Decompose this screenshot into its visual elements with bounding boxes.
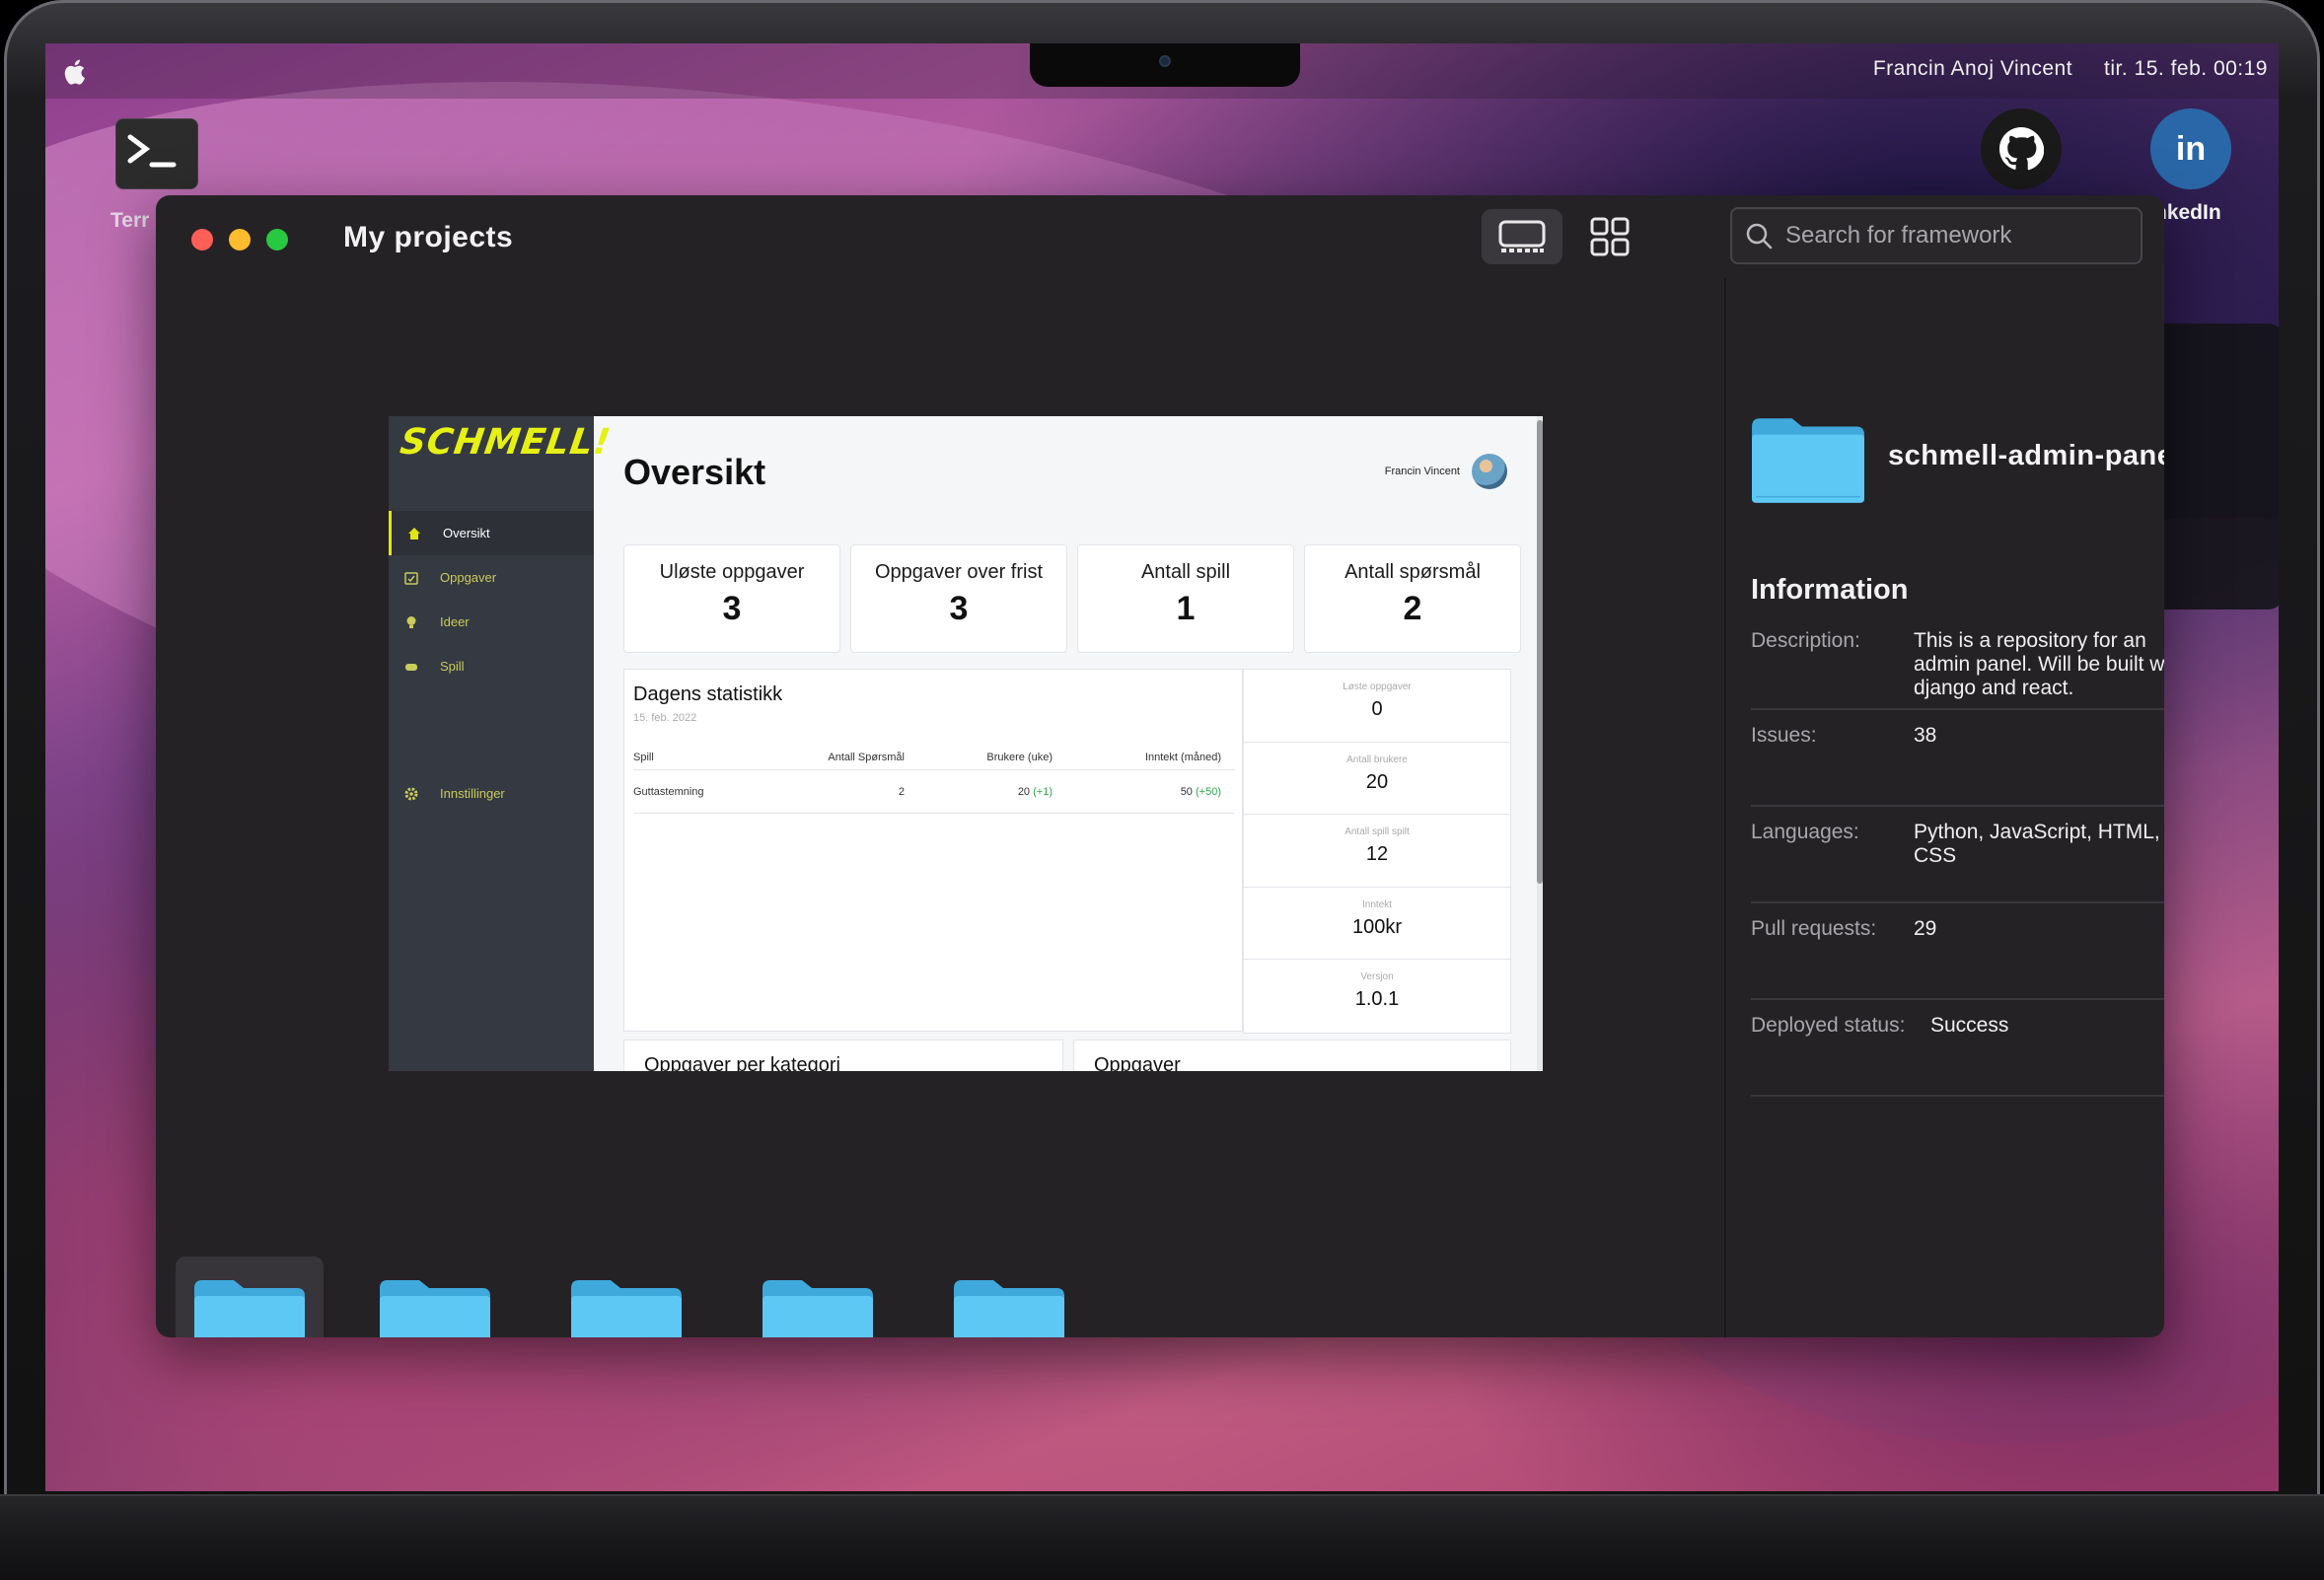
linkedin-label: nkedIn [2154,201,2221,224]
info-row-deployed-status: Deployed status: Success [1751,1000,2164,1097]
title-bar: My projects [156,195,2164,278]
minimize-button[interactable] [229,229,251,251]
menu-bar: Francin Anoj Vincent tir. 15. feb. 00:19 [45,43,2279,99]
folder-icon [1752,418,1864,503]
search-input[interactable] [1785,222,2141,250]
terminal-prompt-icon [127,134,177,168]
info-row-description: Description: This is a repository for an… [1751,629,2164,710]
linkedin-glyph: in [2175,129,2207,168]
search-icon [1746,223,1773,250]
close-button[interactable] [191,229,213,251]
linkedin-icon[interactable]: in [2150,108,2231,189]
info-value: 38 [1914,724,1937,747]
menubar-clock[interactable]: tir. 15. feb. 00:19 [2104,57,2268,81]
apple-icon[interactable] [59,55,93,89]
window-title: My projects [343,221,514,253]
zoom-button[interactable] [266,229,288,251]
information-list: Description: This is a repository for an… [1751,629,2164,1097]
info-value: Python, JavaScript, HTML, CSS [1914,821,2160,867]
gallery-view-icon [1498,220,1546,252]
grid-view-icon [1590,217,1630,256]
camera-notch [1030,43,1300,87]
github-icon[interactable] [1981,108,2062,189]
info-value: 29 [1914,917,1937,940]
information-heading: Information [1751,574,1909,606]
project-name: schmell-admin-panel [1888,440,2164,471]
info-label: Issues: [1751,724,1817,747]
grid-view-button[interactable] [1580,209,1639,264]
window-controls [191,229,288,251]
desktop-screen: Francin Anoj Vincent tir. 15. feb. 00:19… [45,43,2279,1491]
laptop-base [0,1494,2324,1580]
info-row-languages: Languages: Python, JavaScript, HTML, CSS [1751,807,2164,903]
search-box [1730,207,2142,264]
info-row-issues: Issues: 38 [1751,710,2164,807]
info-value: This is a repository for an admin panel.… [1914,629,2164,699]
info-label: Pull requests: [1751,917,1877,940]
menubar-user[interactable]: Francin Anoj Vincent [1873,57,2072,81]
gallery-view-button[interactable] [1482,209,1562,264]
info-label: Languages: [1751,821,1859,843]
info-label: Description: [1751,629,1860,652]
terminal-icon[interactable] [115,118,198,189]
github-logo-icon [1998,126,2044,171]
info-row-pull-requests: Pull requests: 29 [1751,903,2164,1000]
terminal-label: Terr [110,209,150,232]
camera-icon [1159,55,1171,67]
project-info-panel: schmell-admin-panel Information Descript… [156,278,2164,1337]
info-value: Success [1930,1014,2009,1037]
projects-window: My projects Search for framework SCHMELL… [156,195,2164,1337]
info-label: Deployed status: [1751,1014,1906,1037]
